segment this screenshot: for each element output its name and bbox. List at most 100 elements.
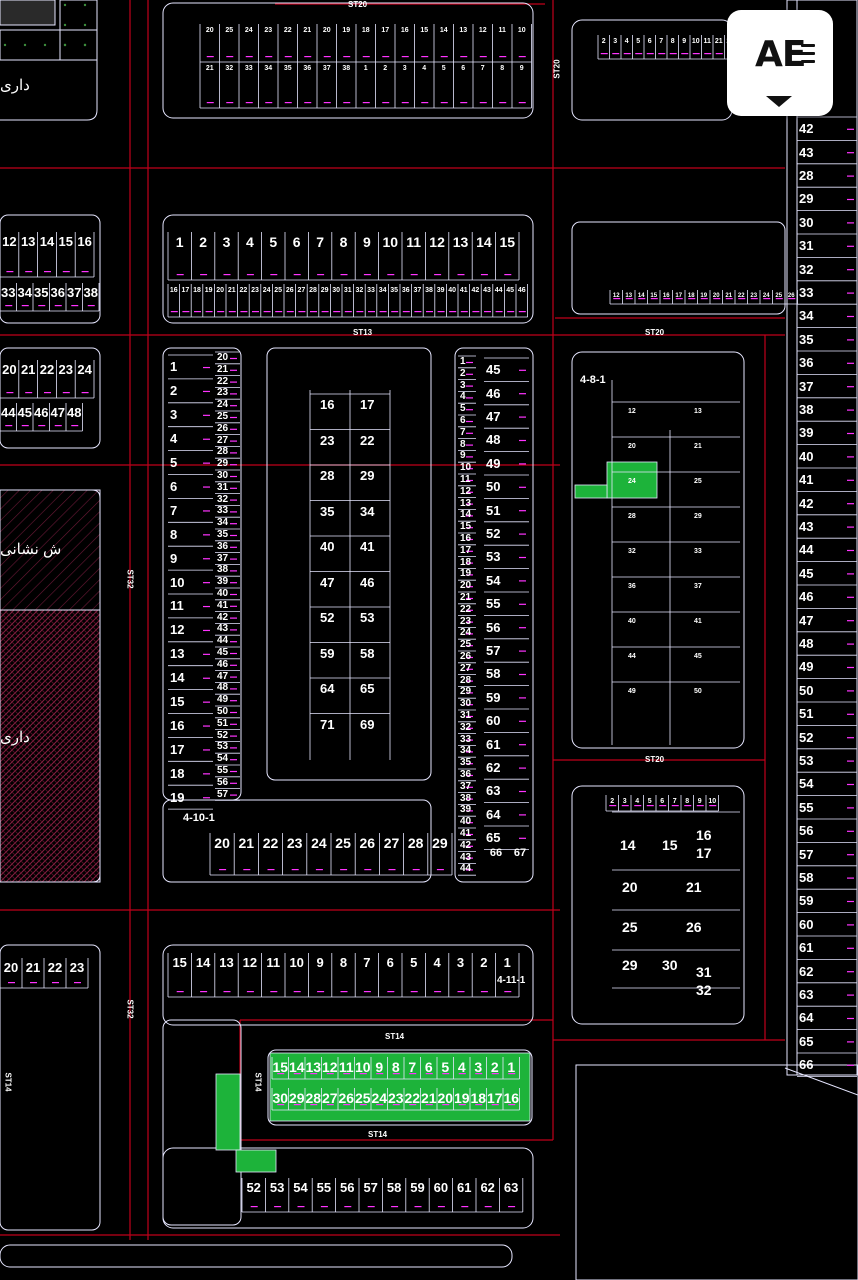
plot-annotation bbox=[323, 56, 331, 58]
plot-number: 23 bbox=[264, 27, 273, 34]
plot-number: 61 bbox=[799, 940, 814, 956]
plot-annotation bbox=[87, 305, 95, 307]
cad-drawing-canvas[interactable] bbox=[0, 0, 858, 1280]
plot-annotation bbox=[21, 305, 29, 307]
plot-number: 8 bbox=[685, 798, 690, 805]
plot-number: 67 bbox=[513, 847, 527, 859]
plot-number: 59 bbox=[320, 645, 335, 661]
plot-annotation bbox=[847, 620, 854, 622]
plot-number: 20 bbox=[322, 27, 331, 34]
plot-annotation bbox=[246, 274, 254, 276]
plot-number: 29 bbox=[217, 458, 229, 470]
plot-number: 29 bbox=[460, 686, 472, 698]
block-id: 4-11-1 bbox=[497, 975, 526, 986]
plot-number: 46 bbox=[360, 574, 375, 590]
plot-number: 9 bbox=[362, 234, 371, 250]
plot-annotation bbox=[230, 405, 237, 407]
plot-number: 23 bbox=[251, 287, 259, 294]
plot-annotation bbox=[504, 991, 512, 993]
plot-number: 39 bbox=[799, 425, 814, 441]
area-label: ش نشانی bbox=[0, 541, 62, 558]
plot-number: 26 bbox=[787, 293, 795, 299]
plot-number: 4 bbox=[245, 234, 254, 250]
plot-number: 58 bbox=[386, 1180, 402, 1195]
plot-number: 37 bbox=[460, 780, 472, 792]
plot-annotation bbox=[847, 947, 854, 949]
plot-number: 35 bbox=[320, 503, 335, 519]
plot-number: 35 bbox=[460, 757, 472, 769]
plot-number: 20 bbox=[622, 879, 638, 895]
plot-number: 25 bbox=[775, 293, 783, 299]
plot-number: 49 bbox=[486, 455, 501, 471]
plot-number: 29 bbox=[360, 468, 375, 483]
text-format-button[interactable]: AE bbox=[727, 10, 833, 116]
plot-number: 15 bbox=[172, 955, 187, 970]
plot-annotation bbox=[284, 56, 292, 58]
street-label: ST14 bbox=[3, 1072, 13, 1092]
plot-number: 24 bbox=[371, 1090, 388, 1106]
plot-number: 14 bbox=[637, 293, 645, 299]
plot-annotation bbox=[206, 56, 214, 58]
plot-number: 26 bbox=[285, 287, 294, 294]
plot-annotation bbox=[466, 373, 473, 375]
plot-annotation bbox=[519, 416, 526, 418]
plot-annotation bbox=[847, 690, 854, 692]
plot-number: 34 bbox=[360, 503, 375, 519]
plot-number: 33 bbox=[367, 287, 375, 294]
plot-annotation bbox=[176, 274, 184, 276]
plot-number: 12 bbox=[478, 27, 487, 34]
plot-annotation bbox=[499, 56, 507, 58]
plot-annotation bbox=[5, 425, 13, 427]
triangle-down-icon[interactable] bbox=[766, 96, 792, 107]
plot-number: 21 bbox=[694, 443, 702, 450]
plot-number: 19 bbox=[453, 1090, 470, 1106]
plot-number: 17 bbox=[675, 293, 683, 299]
plot-number: 11 bbox=[338, 1059, 354, 1075]
plot-number: 4 bbox=[460, 391, 466, 403]
plot-number: 40 bbox=[628, 618, 636, 625]
plot-number: 8 bbox=[170, 526, 178, 542]
plot-number: 45 bbox=[486, 362, 501, 378]
plot-number: 42 bbox=[471, 287, 480, 294]
plot-annotation bbox=[226, 102, 234, 104]
plot-number: 20 bbox=[628, 443, 636, 450]
block-id: 4-10-1 bbox=[183, 812, 215, 824]
plot-annotation bbox=[203, 797, 210, 799]
plot-number: 13 bbox=[459, 27, 468, 34]
plot-annotation bbox=[230, 369, 237, 371]
plot-annotation bbox=[480, 274, 488, 276]
plot-number: 54 bbox=[486, 572, 501, 588]
plot-number: 36 bbox=[460, 769, 472, 780]
plot-annotation bbox=[230, 735, 237, 737]
plot-annotation bbox=[203, 653, 210, 655]
plot-number: 7 bbox=[363, 955, 371, 970]
plot-number: 38 bbox=[83, 285, 98, 300]
plot-number: 19 bbox=[700, 293, 708, 299]
plot-number: 21 bbox=[420, 1090, 437, 1106]
plot-annotation bbox=[519, 627, 526, 629]
plot-annotation bbox=[8, 982, 15, 984]
plot-annotation bbox=[847, 807, 854, 809]
plot-number: 6 bbox=[460, 415, 466, 426]
plot-annotation bbox=[847, 503, 854, 505]
plot-number: 25 bbox=[694, 478, 702, 485]
plot-annotation bbox=[230, 558, 237, 560]
plot-annotation bbox=[466, 420, 473, 423]
plot-number: 5 bbox=[410, 955, 418, 970]
plot-number: 3 bbox=[456, 955, 465, 970]
plot-number: 16 bbox=[400, 27, 409, 34]
plot-annotation bbox=[203, 510, 210, 512]
plot-annotation bbox=[230, 641, 237, 643]
plot-number: 29 bbox=[694, 513, 702, 520]
plot-annotation bbox=[847, 456, 854, 458]
plot-annotation bbox=[519, 814, 526, 816]
plot-annotation bbox=[323, 102, 331, 104]
plot-number: 1 bbox=[460, 356, 466, 367]
plot-number: 57 bbox=[799, 846, 814, 862]
plot-number: 35 bbox=[799, 331, 814, 347]
plot-number: 53 bbox=[360, 610, 375, 625]
plot-annotation bbox=[205, 311, 213, 313]
plot-annotation bbox=[363, 274, 371, 276]
plot-number: 51 bbox=[486, 502, 501, 518]
plot-number: 55 bbox=[217, 765, 229, 776]
